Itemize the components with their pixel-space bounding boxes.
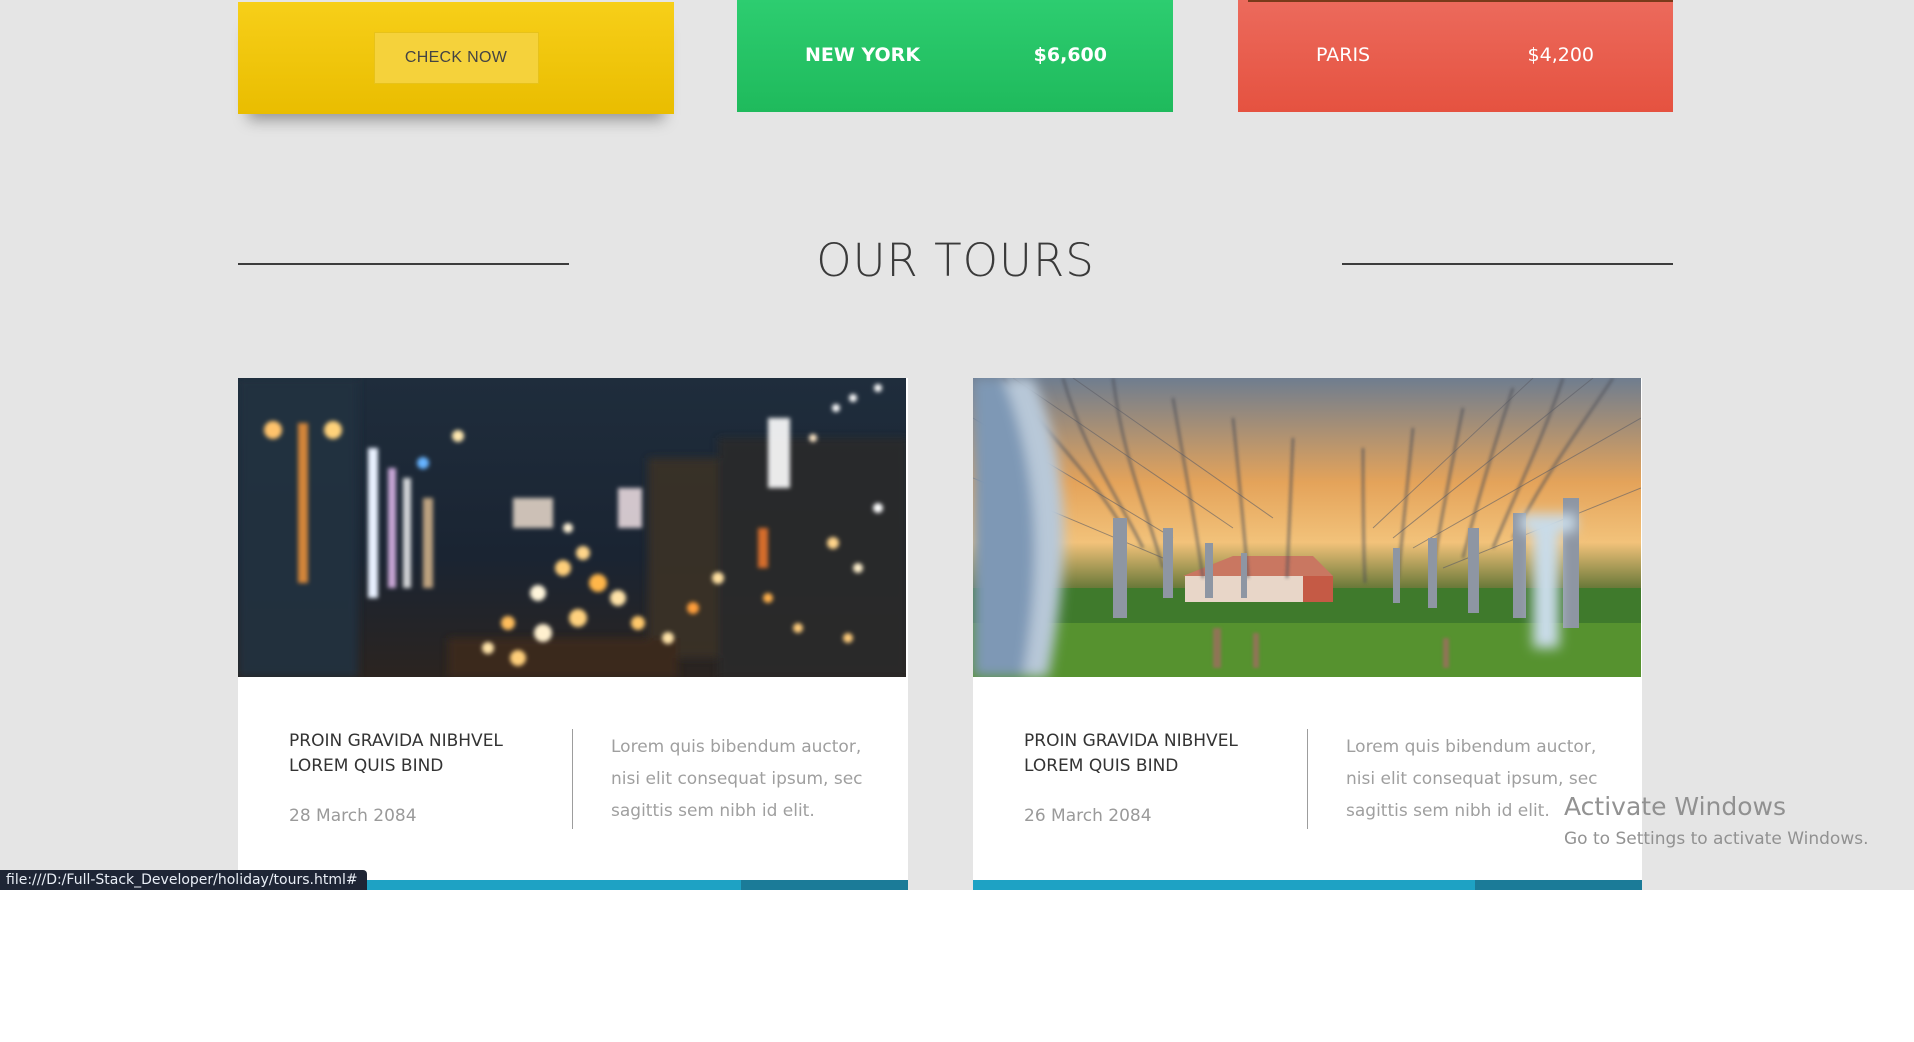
promo-price: $4,200 [1527, 44, 1594, 66]
orchard-image [973, 378, 1641, 677]
tour-accent-bar [973, 880, 1642, 890]
tour-date: 26 March 2084 [1024, 806, 1152, 826]
tour-date: 28 March 2084 [289, 806, 417, 826]
tour-card[interactable]: PROIN GRAVIDA NIBHVEL LOREM QUIS BIND 26… [973, 378, 1642, 890]
tour-divider [1307, 729, 1308, 829]
tour-accent-bar-dark [1475, 880, 1642, 890]
promo-card-new-york[interactable]: NEW YORK $6,600 [737, 0, 1173, 112]
tour-divider [572, 729, 573, 829]
promo-city: NEW YORK [805, 44, 921, 66]
promo-card-paris[interactable]: PARIS $4,200 [1238, 0, 1673, 112]
status-bar-url: file:///D:/Full-Stack_Developer/holiday/… [0, 870, 367, 890]
watermark-subtitle: Go to Settings to activate Windows. [1564, 829, 1869, 849]
tour-card[interactable]: PROIN GRAVIDA NIBHVEL LOREM QUIS BIND 28… [238, 378, 908, 890]
tour-photo-city-night[interactable] [238, 378, 906, 677]
tour-photo-orchard[interactable] [973, 378, 1641, 677]
activate-windows-watermark: Activate Windows Go to Settings to activ… [1564, 792, 1869, 849]
promo-price: $6,600 [1033, 44, 1107, 66]
tour-body: PROIN GRAVIDA NIBHVEL LOREM QUIS BIND 26… [973, 677, 1642, 877]
promo-city: PARIS [1316, 44, 1371, 66]
tour-accent-bar-dark [741, 880, 908, 890]
tour-title[interactable]: PROIN GRAVIDA NIBHVEL LOREM QUIS BIND [289, 729, 549, 779]
section-title: OUR TOURS [816, 234, 1095, 287]
watermark-title: Activate Windows [1564, 792, 1786, 821]
tour-title[interactable]: PROIN GRAVIDA NIBHVEL LOREM QUIS BIND [1024, 729, 1284, 779]
night-city-image [238, 378, 906, 677]
tour-body: PROIN GRAVIDA NIBHVEL LOREM QUIS BIND 28… [238, 677, 908, 877]
promo-card-featured: CHECK NOW [238, 2, 674, 114]
check-now-button[interactable]: CHECK NOW [373, 32, 539, 84]
tour-description: Lorem quis bibendum auctor, nisi elit co… [611, 737, 863, 821]
page-viewport: CHECK NOW NEW YORK $6,600 PARIS $4,200 O… [0, 0, 1914, 890]
heading-divider-right [1342, 263, 1673, 265]
